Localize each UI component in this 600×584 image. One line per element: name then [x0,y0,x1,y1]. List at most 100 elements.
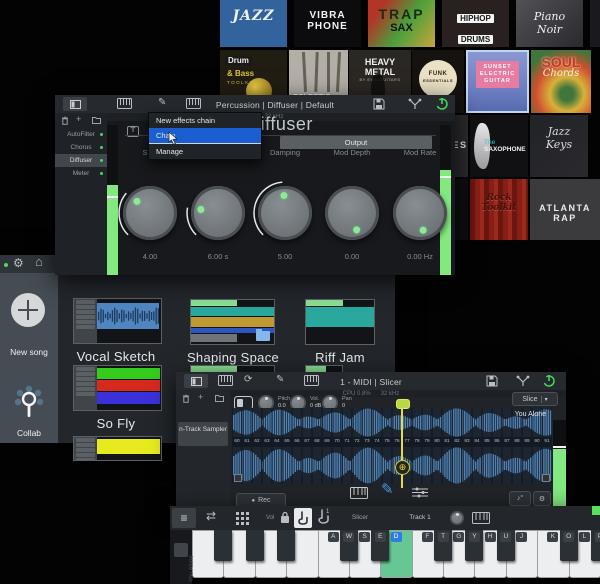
project-thumb-shaping-space[interactable] [190,299,275,345]
delete-icon[interactable] [182,394,190,403]
chain-item-chorus[interactable]: Chorus [55,141,107,154]
chain-item-meter[interactable]: Meter [55,167,107,180]
project-thumb-6[interactable] [73,436,162,461]
knob-mod-rate[interactable] [393,186,447,240]
thumb-track-row [97,380,160,391]
delete-effect-icon[interactable] [61,116,69,125]
knob-damping[interactable] [258,186,312,240]
thumb-mixer-strip [74,366,97,410]
preview-note-button[interactable]: ♪° [509,491,531,506]
keyboard-panel-icon[interactable] [218,375,233,386]
thumb-track-row [97,392,160,404]
art-shape [336,52,341,92]
effect-folder-icon[interactable] [92,116,101,124]
menu-item-new-effects-chain[interactable]: New effects chain [149,113,261,128]
chain-item-diffuser[interactable]: Diffuser [55,154,107,167]
keyboard-scrollbar[interactable] [174,543,188,557]
pack-tile-atlanta-rap[interactable]: ATLANTA RAP [530,179,600,240]
art-shape [302,52,307,92]
slice-number: 91 [543,439,551,444]
slice-settings-button[interactable]: ⚙ [533,491,551,506]
key-letter-Y: Y [469,532,480,542]
pack-tile-soul-chords[interactable]: SOULChords [531,50,591,113]
pack-title-prefix: The [484,139,495,146]
pack-tile-hiphop-drums[interactable]: HIPHOPDRUMS [442,0,509,47]
project-thumb-riff-jam[interactable] [305,299,375,345]
key-black-0[interactable] [214,530,232,561]
project-name: So Fly [56,416,176,431]
window-title: Percussion | Diffuser | Default [175,100,375,110]
pack-tile-jazz[interactable]: JAZZ [220,0,287,47]
knob-decay[interactable] [191,186,245,240]
slice-number: 63 [263,439,271,444]
key-black-1[interactable] [246,530,264,561]
home-icon[interactable]: ⌂ [35,257,43,267]
project-thumb-vocal-sketch[interactable] [73,298,162,344]
sidebar-item-sampler[interactable]: n-Track Sampler [178,422,228,446]
pack-tile-saxophone[interactable]: The SAXOPHONE [470,115,528,177]
effects-window: ✎ Percussion | Diffuser | Default CPU 4.… [55,95,455,275]
thumb-mixer-strip [74,299,97,343]
save-icon[interactable] [373,98,385,110]
slice-number: 80 [433,439,441,444]
collab-icon[interactable] [14,385,44,423]
waveform-panel[interactable]: 6061626364656667686970717273747576777879… [232,408,552,484]
trim-handle-left[interactable] [234,474,242,482]
key-letter-A: A [328,532,339,542]
slice-number: 85 [483,439,491,444]
playhead-handle[interactable] [396,399,410,409]
edit-pencil-icon[interactable]: ✎ [158,98,166,108]
key-black-2[interactable] [277,530,295,561]
pack-tile-jazz-keys[interactable]: JazzKeys [530,115,588,177]
folder-icon[interactable] [215,394,224,402]
pack-tile-piano-noir[interactable]: PianoNoir [516,0,583,47]
settings-gear-icon[interactable]: ⚙ [13,258,24,268]
piano-keys: ASDFGHJKLWETYUOPYou Alone [192,506,600,584]
piano-tool-icon[interactable] [350,487,368,499]
envelope-tool-icon[interactable] [411,486,429,498]
slice-number: 75 [383,439,391,444]
loop-icon[interactable]: ⟳ [244,375,252,385]
pack-tile-vibraphone[interactable]: VIBRAPHONE [294,0,361,47]
pack-tile-trap-sax[interactable]: TRAPSAX [368,0,435,47]
knob-value-2: 5.00 [250,252,320,261]
project-name: Shaping Space [173,350,293,365]
new-song-button[interactable] [11,293,45,327]
keyboard-panel-icon[interactable] [117,98,132,109]
power-button[interactable] [435,97,449,111]
knob-indicator [132,197,142,207]
art-badge: FUNKESSENTIALS [419,60,457,98]
panel-toggle-icon[interactable] [184,374,208,388]
knob-indicator [419,226,427,234]
menu-item-manage[interactable]: Manage [149,144,261,159]
knob-value-3: 0.00 [317,252,387,261]
key-letter-S: S [359,532,370,542]
slice-marker[interactable]: ⊕ [395,460,410,475]
draw-pencil-icon[interactable]: ✎ [381,480,394,498]
add-effect-icon[interactable]: + [76,114,81,124]
trim-handle-right[interactable] [542,474,550,482]
pack-title: SAXOPHONE [484,146,526,153]
slice-number: 65 [283,439,291,444]
add-icon[interactable]: + [198,392,203,402]
power-button[interactable] [542,374,556,388]
menu-item-chain[interactable]: Chain [149,128,261,144]
pack-tile-partial[interactable] [590,0,600,47]
knob-mod-depth[interactable] [325,186,379,240]
pack-title: Drum [225,56,252,65]
window-title: 1 - MIDI | Slicer [271,377,471,387]
slice-number: 86 [493,439,501,444]
routing-icon[interactable] [516,375,530,387]
panel-toggle-icon[interactable] [63,97,87,111]
chain-item-autofilter[interactable]: AutoFilter [55,128,107,141]
routing-icon[interactable] [408,98,422,110]
slice-number: 60 [233,439,241,444]
pack-tile-rock-toolkit[interactable]: Rock Toolkit [470,179,528,240]
pack-tile-sunset[interactable]: SUNSETELECTRICGUITAR [466,50,529,113]
project-thumb-so-fly[interactable] [73,365,162,411]
save-icon[interactable] [486,375,498,387]
mode-dropdown[interactable]: Slice▾ [512,392,558,406]
playhead[interactable] [401,404,403,488]
pack-title: VIBRA [294,10,361,21]
knob-side[interactable] [123,186,177,240]
